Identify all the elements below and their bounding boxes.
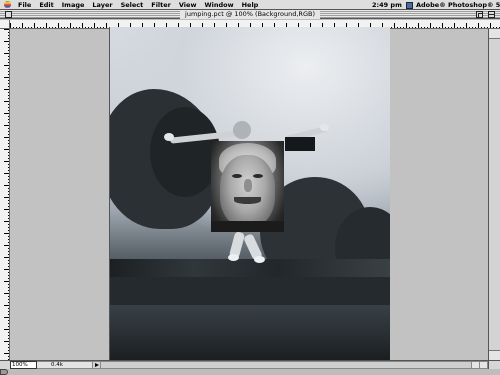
figure-legs — [228, 231, 268, 263]
pasted-face-patch — [211, 141, 284, 232]
figure-shoe — [254, 256, 265, 263]
menu-help[interactable]: Help — [238, 0, 263, 10]
vertical-ruler[interactable] — [0, 29, 10, 360]
face-mouth — [234, 197, 261, 204]
menu-filter[interactable]: Filter — [147, 0, 175, 10]
menu-edit[interactable]: Edit — [35, 0, 57, 10]
image-path — [110, 305, 390, 361]
canvas-area[interactable] — [10, 27, 488, 361]
face-collar — [211, 221, 284, 232]
figure-shoe — [228, 254, 239, 261]
horizontal-scrollbar[interactable] — [101, 361, 488, 369]
menu-select[interactable]: Select — [117, 0, 148, 10]
figure-right-hand — [320, 124, 329, 131]
control-strip — [0, 369, 500, 375]
collapse-box-icon[interactable] — [488, 11, 495, 18]
resize-grow-box[interactable] — [488, 360, 500, 369]
scroll-down-arrow-icon[interactable] — [489, 350, 500, 360]
menu-clock[interactable]: 2:49 pm — [372, 0, 402, 10]
status-bar: 100% 0.4k — [0, 360, 500, 369]
scroll-up-arrow-icon[interactable] — [489, 29, 500, 39]
menu-bar: File Edit Image Layer Select Filter View… — [0, 0, 500, 10]
figure-shirt — [285, 137, 315, 151]
vertical-scrollbar[interactable] — [488, 29, 500, 360]
face-eye — [232, 174, 242, 178]
menu-window[interactable]: Window — [200, 0, 237, 10]
zoom-box-icon[interactable] — [476, 11, 483, 18]
close-box-icon[interactable] — [5, 11, 12, 18]
zoom-level-field[interactable]: 100% — [10, 361, 37, 369]
scroll-right-arrow-icon[interactable] — [479, 362, 487, 368]
ruler-origin[interactable] — [0, 20, 10, 29]
figure-head — [233, 121, 251, 139]
status-menu-arrow-icon[interactable] — [93, 361, 101, 369]
scroll-left-arrow-icon[interactable] — [471, 362, 479, 368]
menu-image[interactable]: Image — [58, 0, 89, 10]
menu-view[interactable]: View — [175, 0, 201, 10]
apple-menu-icon[interactable] — [0, 0, 14, 10]
document-size-info: 0.4k — [37, 361, 93, 369]
document-image[interactable] — [109, 27, 390, 361]
face-eye — [253, 174, 263, 178]
face-nose — [244, 179, 252, 192]
menu-layer[interactable]: Layer — [88, 0, 116, 10]
image-tree — [150, 107, 220, 197]
control-strip-tab[interactable] — [0, 369, 8, 375]
menu-file[interactable]: File — [14, 0, 35, 10]
window-title-bar[interactable]: jumping.pct @ 100% (Background,RGB) — [0, 10, 500, 19]
application-menu[interactable]: Adobe® Photoshop® 5.5 — [406, 0, 500, 10]
photoshop-icon — [406, 1, 413, 9]
application-name: Adobe® Photoshop® 5.5 — [416, 1, 500, 9]
figure-left-hand — [164, 133, 174, 141]
document-title: jumping.pct @ 100% (Background,RGB) — [180, 10, 320, 19]
